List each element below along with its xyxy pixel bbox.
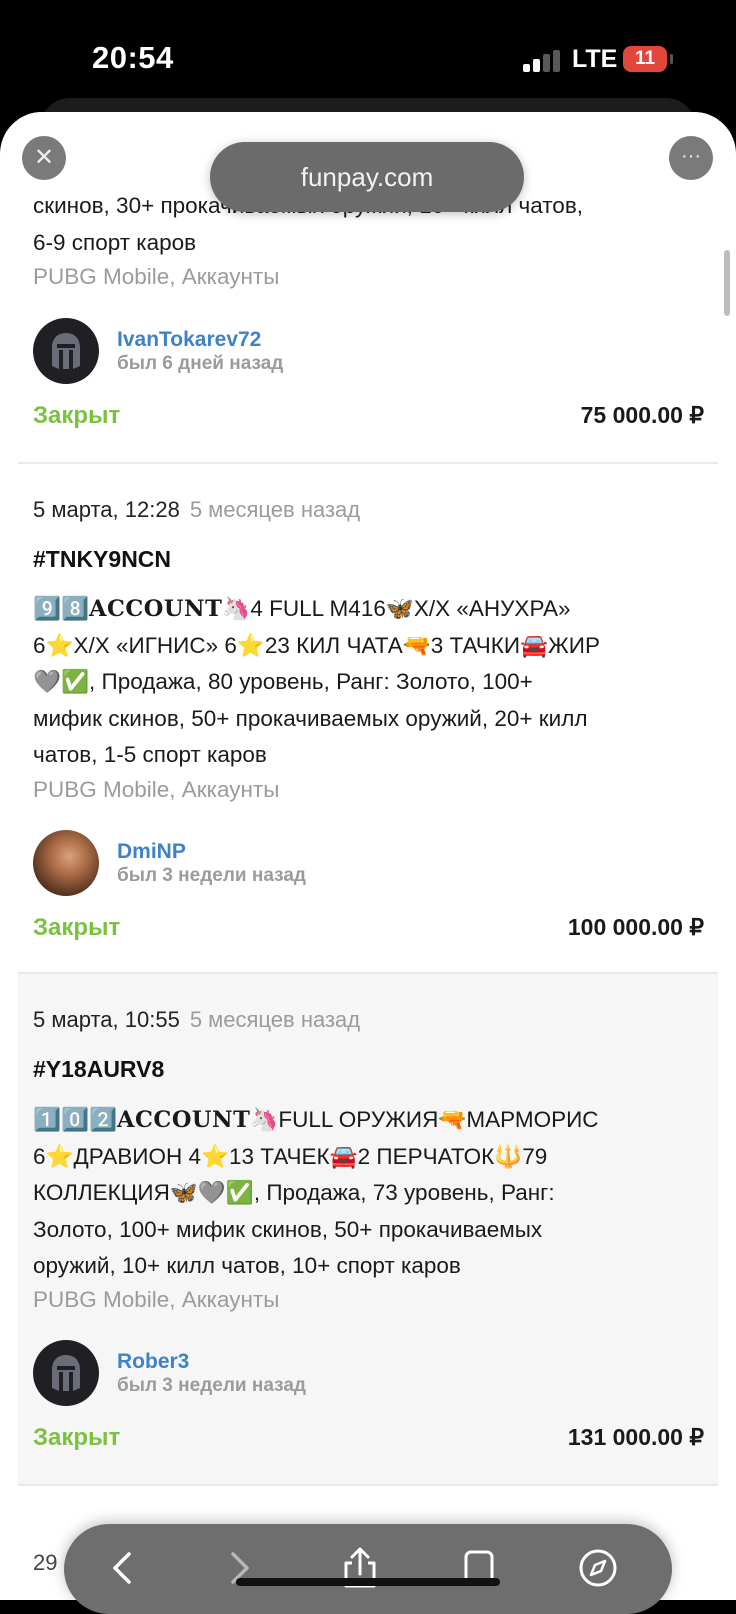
order-game[interactable]: PUBG Mobile, Аккаунты [33,777,279,803]
description-line: оружий, 10+ килл чатов, 10+ спорт каров [33,1253,461,1278]
description-part: ACCOUNT [117,1107,251,1133]
description-line: 6⭐Х/Х «ИГНИС» 6⭐23 КИЛ ЧАТА🔫3 ТАЧКИ🚘ЖИР [33,632,600,658]
avatar[interactable] [33,1340,99,1406]
order-game[interactable]: PUBG Mobile, Аккаунты [33,264,279,290]
description-line: КОЛЛЕКЦИЯ🦋🩶✅, Продажа, 73 уровень, Ранг: [33,1180,555,1205]
description-line: 6-9 спорт каров [33,229,197,255]
browser-toolbar [64,1524,672,1614]
seller-username[interactable]: DmiNP [117,840,186,864]
avatar[interactable] [33,830,99,896]
close-icon[interactable]: ✕ [22,136,66,180]
description-line: 1️⃣0️⃣2️⃣ACCOUNT🦄FULL ОРУЖИЯ🔫МАРМОРИС [33,1102,703,1139]
order-description: 1️⃣0️⃣2️⃣ACCOUNT🦄FULL ОРУЖИЯ🔫МАРМОРИС 6⭐… [33,1102,703,1285]
description-part: ACCOUNT [89,596,223,622]
order-date: 5 марта, 10:55 5 месяцев назад [33,1007,360,1033]
url-bar[interactable]: funpay.com [210,142,524,212]
order-code[interactable]: #TNKY9NCN [33,546,171,573]
order-card[interactable]: 5 марта, 10:55 5 месяцев назад #Y18AURV8 … [18,974,718,1484]
seller-username[interactable]: Rober3 [117,1350,189,1374]
order-date-text: 5 марта, 10:55 [33,1007,180,1032]
order-date-ago: 5 месяцев назад [189,497,361,522]
battery-level: 11 [634,48,656,69]
order-code[interactable]: #Y18AURV8 [33,1056,164,1083]
helmet-icon [52,333,80,369]
description-line: чатов, 1-5 спорт каров [33,742,267,767]
order-price: 131 000.00 ₽ [567,1424,704,1450]
order-date-ago: 5 месяцев назад [189,1007,361,1032]
order-game[interactable]: PUBG Mobile, Аккаунты [33,1287,279,1313]
last-seen: был 3 недели назад [117,865,306,886]
order-price: 100 000.00 ₽ [567,914,704,940]
signal-icon [523,50,563,72]
description-line: 🩶✅, Продажа, 80 уровень, Ранг: Золото, 1… [33,669,533,694]
last-seen: был 3 недели назад [117,1375,306,1396]
description-line: 9️⃣8️⃣ACCOUNT🦄4 FULL M416🦋Х/Х «АНУХРА» [33,591,703,628]
seller-username[interactable]: IvanTokarev72 [117,328,261,352]
description-part: 1️⃣0️⃣2️⃣ [33,1107,118,1132]
divider [18,1484,718,1486]
description-part: 9️⃣8️⃣ [33,596,90,621]
more-icon[interactable]: ··· [669,136,713,180]
avatar[interactable] [33,318,99,384]
description-line: 6⭐ДРАВИОН 4⭐13 ТАЧЕК🚘2 ПЕРЧАТОК🔱79 [33,1143,548,1169]
description-line: Золото, 100+ мифик скинов, 50+ прокачива… [33,1216,543,1242]
description-part: 🦄FULL ОРУЖИЯ🔫МАРМОРИС [250,1107,599,1132]
description-line: мифик скинов, 50+ прокачиваемых оружий, … [33,705,588,731]
order-date: 5 марта, 12:28 5 месяцев назад [33,497,360,523]
order-description: 9️⃣8️⃣ACCOUNT🦄4 FULL M416🦋Х/Х «АНУХРА» 6… [33,591,703,774]
scrollbar[interactable] [724,250,730,316]
home-indicator [236,1578,500,1586]
status-bar: 20:54 LTE 11 [0,0,736,110]
network-label: LTE [572,45,618,73]
compass-icon[interactable] [576,1546,620,1590]
back-icon[interactable] [102,1546,146,1590]
helmet-icon [52,1355,80,1391]
order-status: Закрыт [33,914,121,941]
order-price: 75 000.00 ₽ [580,402,704,428]
order-status: Закрыт [33,402,121,429]
order-card[interactable]: 5 марта, 12:28 5 месяцев назад #TNKY9NCN … [18,464,718,972]
next-order-date-partial: 29 [33,1550,58,1575]
battery-icon: 11 [623,46,673,72]
page-sheet: скинов, 30+ прокачиваемых оружий, 10+ ки… [0,112,736,1600]
last-seen: был 6 дней назад [117,353,284,374]
order-status: Закрыт [33,1424,121,1451]
description-part: 🦄4 FULL M416🦋Х/Х «АНУХРА» [222,596,571,621]
status-time: 20:54 [92,40,174,75]
order-date-text: 5 марта, 12:28 [33,497,180,522]
